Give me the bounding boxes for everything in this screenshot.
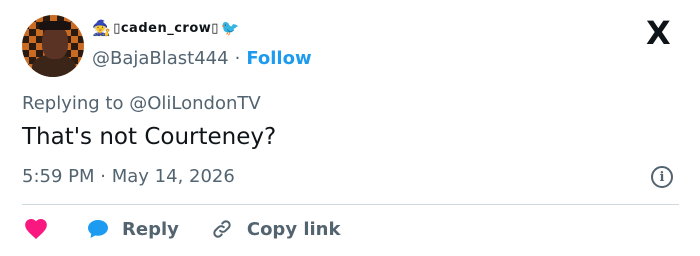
speech-bubble-icon (88, 220, 108, 238)
replying-mention[interactable]: @OliLondonTV (129, 93, 260, 114)
x-logo-icon[interactable]: X (646, 17, 671, 49)
reply-button[interactable]: Reply (86, 217, 179, 241)
user-handle[interactable]: @BajaBlast444 (92, 48, 229, 69)
handle-row: @BajaBlast444 · Follow (92, 48, 312, 69)
timestamp[interactable]: 5:59 PM · May 14, 2026 (22, 166, 235, 187)
info-icon[interactable]: i (651, 166, 673, 188)
black-bird-emoji-icon: 🐦 (220, 19, 241, 37)
divider (22, 204, 679, 205)
heart-icon (25, 219, 47, 239)
tweet-time: 5:59 PM (22, 166, 95, 187)
tweet-date: May 14, 2026 (111, 166, 235, 187)
replying-to: Replying to @OliLondonTV (22, 93, 261, 114)
follow-button[interactable]: Follow (246, 48, 311, 69)
tweet-text: That's not Courteney? (22, 124, 277, 150)
action-bar: Reply Copy link (22, 216, 340, 242)
display-name[interactable]: 🧙 ▯caden_crow▯ 🐦 (92, 19, 241, 37)
date-separator: · (100, 166, 106, 187)
display-name-text: ▯caden_crow▯ (113, 21, 219, 36)
wizard-emoji-icon: 🧙 (92, 19, 112, 37)
tweet-card: 🧙 ▯caden_crow▯ 🐦 @BajaBlast444 · Follow … (0, 0, 700, 256)
avatar[interactable] (22, 15, 84, 77)
reply-label: Reply (122, 218, 179, 240)
separator-dot: · (234, 48, 241, 69)
link-icon (213, 220, 231, 238)
like-button[interactable] (22, 216, 86, 242)
copy-link-label: Copy link (246, 218, 341, 240)
copy-link-button[interactable]: Copy link (211, 218, 341, 240)
replying-prefix: Replying to (22, 93, 124, 114)
